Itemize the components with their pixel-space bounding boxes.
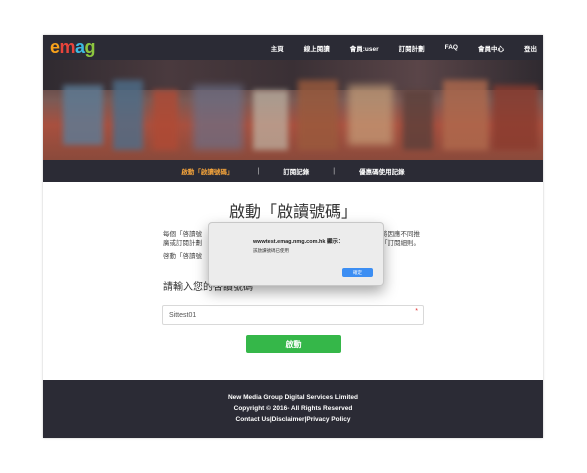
page-title: 啟動「啟讀號碼」 xyxy=(228,204,357,221)
tab-coupon-record[interactable]: 優惠碼使用記錄 xyxy=(359,166,405,176)
description-text-right: 將因應不同推 「訂閱細則。 xyxy=(381,230,420,248)
footer: New Media Group Digital Services Limited… xyxy=(43,380,543,438)
nav-member-center[interactable]: 會員中心 xyxy=(478,43,504,53)
desc-line: 「訂閱細則。 xyxy=(381,240,420,247)
nav-faq[interactable]: FAQ xyxy=(445,44,458,51)
emag-logo[interactable]: emag xyxy=(50,37,96,57)
nav-logout[interactable]: 登出 xyxy=(524,43,537,53)
dialog-message: 該啟讀號碼已使用 xyxy=(253,248,289,253)
banner-image xyxy=(43,60,543,160)
nav-home[interactable]: 主頁 xyxy=(271,43,284,53)
subnav-separator: | xyxy=(333,167,336,175)
logo-letter-g: g xyxy=(84,37,96,57)
tab-subscription-record[interactable]: 訂閱記錄 xyxy=(283,166,309,176)
logo-letter-m: m xyxy=(59,37,76,57)
nav-read-online[interactable]: 線上閱讀 xyxy=(304,43,330,53)
code-input[interactable]: Sittest01 * xyxy=(162,305,424,325)
alert-dialog: wwwtest.emag.nmg.com.hk 顯示： 該啟讀號碼已使用 確定 xyxy=(208,222,384,286)
footer-copyright: Copyright © 2016- All Rights Reserved xyxy=(233,405,353,412)
logo-letter-a: a xyxy=(75,37,85,57)
sub-nav: 啟動「啟讀號碼」 | 訂閱記錄 | 優惠碼使用記錄 xyxy=(43,160,543,182)
dialog-ok-button[interactable]: 確定 xyxy=(342,268,373,277)
footer-company: New Media Group Digital Services Limited xyxy=(227,394,359,401)
nav-subscription-plan[interactable]: 訂閱計劃 xyxy=(399,43,425,53)
dialog-title: wwwtest.emag.nmg.com.hk 顯示： xyxy=(253,239,344,245)
activate-button[interactable]: 啟動 xyxy=(246,335,341,353)
top-nav: emag 主頁 線上閱讀 會員:user 訂閱計劃 FAQ 會員中心 登出 xyxy=(43,35,543,60)
tab-activate-code[interactable]: 啟動「啟讀號碼」 xyxy=(181,166,233,176)
footer-links[interactable]: Contact Us|Disclaimer|Privacy Policy xyxy=(43,414,543,425)
required-mark: * xyxy=(415,308,418,315)
nav-links: 主頁 線上閱讀 會員:user 訂閱計劃 FAQ 會員中心 登出 xyxy=(251,35,537,60)
nav-member-user[interactable]: 會員:user xyxy=(350,43,379,53)
subnav-separator: | xyxy=(257,167,260,175)
logo-letter-e: e xyxy=(50,37,60,57)
code-input-value: Sittest01 xyxy=(169,311,197,319)
desc-line: 將因應不同推 xyxy=(381,231,420,238)
